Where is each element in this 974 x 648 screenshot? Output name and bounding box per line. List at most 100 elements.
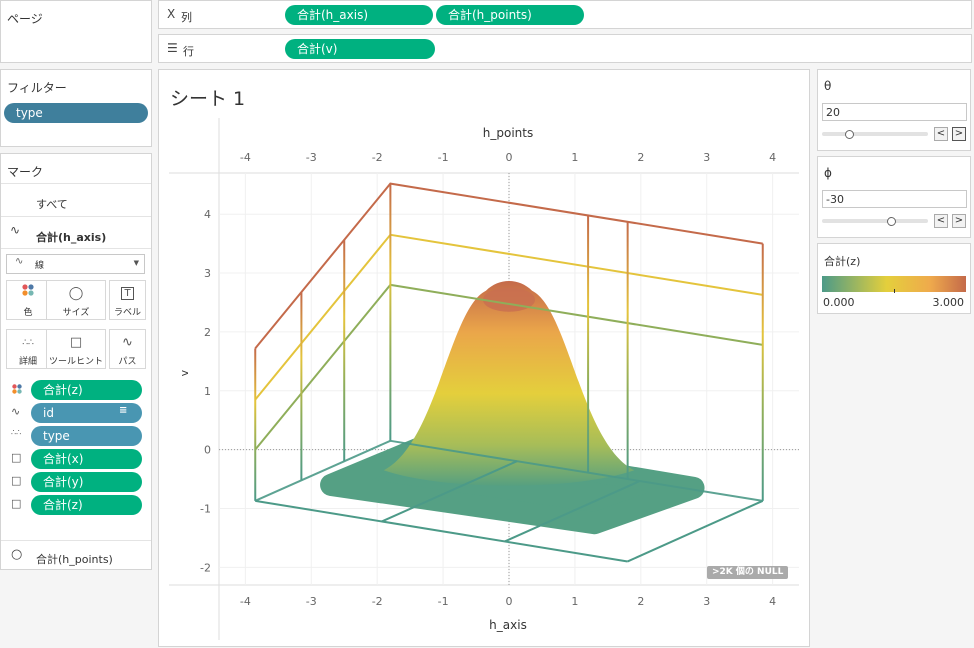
y-tick-label: 3	[204, 267, 211, 280]
theta-next-button[interactable]: >	[952, 127, 966, 141]
rows-label: 行	[183, 43, 194, 59]
bottom-tick-label: 0	[506, 595, 513, 608]
y-tick-label: 1	[204, 385, 211, 398]
path-icon: ∿	[11, 405, 20, 418]
y-tick-label: 2	[204, 326, 211, 339]
mark-type-line-icon: ∿	[15, 256, 23, 267]
tooltip-icon: □	[11, 451, 21, 464]
y-tick-label: 4	[204, 208, 211, 221]
columns-icon: Ⅹ	[167, 7, 175, 21]
line-mark-icon: ∿	[10, 223, 20, 237]
y-tick-label: -1	[200, 502, 211, 515]
theta-parameter: θ 20 < >	[817, 69, 971, 151]
top-tick-label: 3	[703, 151, 710, 164]
theta-title: θ	[824, 79, 831, 93]
pages-title: ページ	[7, 10, 43, 27]
color-card-label: 色	[23, 308, 32, 318]
size-icon: ◯	[47, 283, 105, 305]
marks-field-pill-x[interactable]: 合計(x)	[31, 449, 142, 469]
legend-title: 合計(z)	[824, 253, 860, 269]
surface-peak-cap	[483, 288, 535, 312]
null-badge[interactable]: >2K 個の NULL	[707, 566, 788, 579]
chart-3d-plot[interactable]: -4-3-2-101234-4-3-2-101234-2-101234h_poi…	[159, 70, 811, 648]
bottom-tick-label: 3	[703, 595, 710, 608]
top-tick-label: 0	[506, 151, 513, 164]
filters-title: フィルター	[7, 79, 67, 96]
legend-min: 0.000	[823, 296, 855, 309]
surface-cloud	[255, 281, 763, 523]
marks-divider	[1, 248, 151, 249]
detail-icon: ∴∴	[11, 428, 21, 437]
columns-label: 列	[181, 9, 192, 25]
marks-tab-h-axis[interactable]: 合計(h_axis)	[36, 229, 106, 245]
label-card-label: ラベル	[114, 308, 141, 318]
text-label-icon: T	[110, 283, 145, 305]
filter-pill-type[interactable]: type	[4, 103, 148, 123]
top-tick-label: 2	[637, 151, 644, 164]
bottom-tick-label: -3	[306, 595, 317, 608]
marks-field-pill-type[interactable]: type	[31, 426, 142, 446]
rows-shelf[interactable]: ☰ 行 合計(v)	[158, 34, 972, 63]
tooltip-icon: □	[11, 497, 21, 510]
phi-next-button[interactable]: >	[952, 214, 966, 228]
filters-panel[interactable]: フィルター type	[0, 69, 152, 147]
bottom-axis-title: h_axis	[489, 618, 527, 632]
top-tick-label: 4	[769, 151, 776, 164]
mark-type-value: 線	[35, 258, 44, 271]
theta-slider-thumb[interactable]	[845, 130, 854, 139]
columns-pill-h-axis[interactable]: 合計(h_axis)	[285, 5, 433, 25]
color-legend: 合計(z) 0.000 3.000	[817, 243, 971, 314]
path-card[interactable]: ∿ パス	[109, 329, 146, 369]
mark-type-dropdown[interactable]: ∿ 線 ▼	[6, 254, 145, 274]
marks-field-pill-z-tooltip[interactable]: 合計(z)	[31, 495, 142, 515]
legend-marker	[894, 289, 895, 293]
detail-card-label: 詳細	[19, 357, 37, 367]
rows-icon: ☰	[167, 41, 178, 55]
bottom-tick-label: 1	[571, 595, 578, 608]
theta-prev-button[interactable]: <	[934, 127, 948, 141]
phi-input[interactable]: -30	[822, 190, 967, 208]
size-card-label: サイズ	[63, 308, 90, 318]
theta-input[interactable]: 20	[822, 103, 967, 121]
detail-icon: ∴∴	[7, 332, 49, 354]
marks-tab-all[interactable]: すべて	[36, 196, 68, 212]
phi-title: ϕ	[824, 166, 832, 180]
top-tick-label: -4	[240, 151, 251, 164]
marks-field-pill-y[interactable]: 合計(y)	[31, 472, 142, 492]
columns-shelf[interactable]: Ⅹ 列 合計(h_axis) 合計(h_points)	[158, 0, 972, 29]
marks-panel: マーク すべて ∿ 合計(h_axis) ∿ 線 ▼ 色 ◯ サイズ T ラベル…	[0, 153, 152, 570]
bottom-tick-label: 4	[769, 595, 776, 608]
phi-slider-thumb[interactable]	[887, 217, 896, 226]
top-axis-title: h_points	[483, 126, 533, 140]
color-palette-icon	[7, 283, 49, 305]
rows-pill-v[interactable]: 合計(v)	[285, 39, 435, 59]
marks-tab-h-points[interactable]: 合計(h_points)	[36, 551, 113, 567]
size-card[interactable]: ◯ サイズ	[46, 280, 106, 320]
color-icon	[11, 383, 23, 398]
marks-field-pill-z-color[interactable]: 合計(z)	[31, 380, 142, 400]
top-tick-label: -3	[306, 151, 317, 164]
tooltip-card[interactable]: □ ツールヒント	[46, 329, 106, 369]
bottom-tick-label: -4	[240, 595, 251, 608]
chevron-down-icon: ▼	[134, 259, 139, 267]
phi-slider-track[interactable]	[822, 219, 928, 223]
top-tick-label: -1	[438, 151, 449, 164]
tooltip-card-label: ツールヒント	[49, 357, 103, 367]
circle-mark-icon: ○	[11, 547, 22, 562]
bottom-tick-label: 2	[637, 595, 644, 608]
y-tick-label: -2	[200, 561, 211, 574]
phi-prev-button[interactable]: <	[934, 214, 948, 228]
label-card[interactable]: T ラベル	[109, 280, 146, 320]
detail-card[interactable]: ∴∴ 詳細	[6, 329, 50, 369]
color-card[interactable]: 色	[6, 280, 50, 320]
y-axis-title: v	[178, 369, 191, 376]
bottom-tick-label: -2	[372, 595, 383, 608]
pages-shelf[interactable]: ページ	[0, 0, 152, 63]
null-badge-text: >2K 個の NULL	[712, 567, 783, 577]
columns-pill-h-points[interactable]: 合計(h_points)	[436, 5, 584, 25]
phi-parameter: ϕ -30 < >	[817, 156, 971, 238]
marks-divider	[1, 183, 151, 184]
theta-slider-track[interactable]	[822, 132, 928, 136]
path-icon: ∿	[110, 332, 145, 354]
sort-icon: ≡	[119, 405, 127, 416]
